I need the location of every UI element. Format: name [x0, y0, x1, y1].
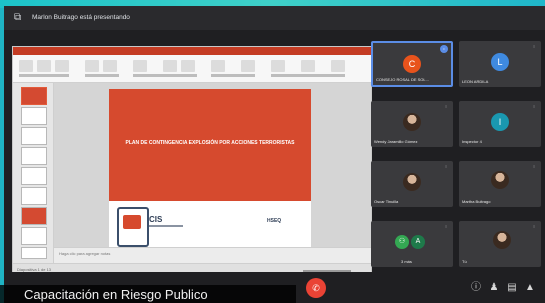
- ribbon-button[interactable]: [19, 60, 33, 72]
- ribbon-group-label: [211, 74, 255, 77]
- presenter-title: Marlon Buitrago está presentando: [32, 14, 130, 21]
- hang-up-button[interactable]: ✆: [306, 278, 326, 298]
- participant-photo: [403, 113, 421, 131]
- meeting-top-bar: ⧉ Marlon Buitrago está presentando: [4, 6, 545, 30]
- caption-text: Capacitación en Riesgo Publico: [24, 287, 208, 302]
- participant-name: Tú: [462, 259, 467, 264]
- ribbon-group-label: [85, 74, 119, 77]
- slide-editing-area: PLAN DE CONTINGENCIA EXPLOSIÓN POR ACCIO…: [54, 83, 371, 263]
- mic-icon: ⁝: [533, 224, 535, 229]
- participant-tile[interactable]: ⁝ Wendy Jaramillo Gómez: [371, 101, 453, 147]
- participant-name: Wendy Jaramillo Gómez: [374, 139, 418, 144]
- slide-thumbnail[interactable]: [21, 187, 47, 205]
- ppt-ribbon: [13, 55, 371, 83]
- ribbon-button[interactable]: [181, 60, 195, 72]
- chat-icon[interactable]: ▤: [506, 281, 518, 295]
- ribbon-button[interactable]: [85, 60, 99, 72]
- slide-title: PLAN DE CONTINGENCIA EXPLOSIÓN POR ACCIO…: [125, 140, 295, 146]
- slide-footer: CIS HSEQ: [109, 201, 311, 249]
- participant-photo: [493, 231, 511, 249]
- participant-photo: [403, 173, 421, 191]
- slide-thumbnail[interactable]: [21, 247, 47, 259]
- logo-underline: [149, 225, 183, 227]
- participant-name: CONSEJO ROSAL DE SOL...: [376, 77, 429, 82]
- speaking-indicator-icon: •: [440, 45, 448, 53]
- more-participants: 3 más: [401, 259, 412, 264]
- participant-name: LEON ARDILA: [462, 79, 489, 84]
- ribbon-button[interactable]: [133, 60, 147, 72]
- current-slide[interactable]: PLAN DE CONTINGENCIA EXPLOSIÓN POR ACCIO…: [109, 89, 311, 249]
- slide-thumbnail[interactable]: [21, 227, 47, 245]
- ribbon-group-label: [19, 74, 69, 77]
- participant-tile[interactable]: ⁝ Oscar Tinuilla: [371, 161, 453, 207]
- participant-avatar: L: [491, 53, 509, 71]
- mic-icon: ⁝: [533, 44, 535, 49]
- slide-thumbnail[interactable]: [21, 107, 47, 125]
- notes-pane[interactable]: Haga clic para agregar notas: [54, 247, 371, 264]
- ribbon-button[interactable]: [103, 60, 117, 72]
- presentation-icon: ⧉: [14, 12, 22, 23]
- slide-thumbnail-pane: [13, 83, 54, 263]
- mic-icon: ⁝: [445, 104, 447, 109]
- slide-thumbnail[interactable]: [21, 87, 47, 105]
- truck-logo-icon: [117, 207, 149, 247]
- slide-thumbnail[interactable]: [21, 127, 47, 145]
- participant-avatar: A: [411, 235, 425, 249]
- ribbon-button[interactable]: [241, 60, 255, 72]
- ribbon-button[interactable]: [37, 60, 51, 72]
- participant-avatar: ⚇: [395, 235, 409, 249]
- caption-banner: Capacitación en Riesgo Publico: [0, 285, 296, 303]
- participant-photo: [491, 171, 509, 189]
- ribbon-button[interactable]: [271, 60, 285, 72]
- notes-placeholder: Haga clic para agregar notas: [59, 251, 111, 256]
- mic-icon: ⁝: [533, 164, 535, 169]
- ribbon-button[interactable]: [301, 60, 315, 72]
- mic-icon: ⁝: [445, 164, 447, 169]
- ribbon-group-label: [133, 74, 197, 77]
- ribbon-group-label: [271, 74, 345, 77]
- mic-icon: ⁝: [445, 224, 447, 229]
- logo-text: CIS: [149, 215, 163, 224]
- participant-name: Oscar Tinuilla: [374, 199, 399, 204]
- activities-icon[interactable]: ▲: [524, 281, 536, 295]
- info-icon[interactable]: ⓘ: [470, 281, 482, 295]
- mic-icon: ⁝: [533, 104, 535, 109]
- slide-thumbnail[interactable]: [21, 207, 47, 225]
- ribbon-button[interactable]: [55, 60, 69, 72]
- meeting-window: ⧉ Marlon Buitrago está presentando PLAN …: [4, 6, 545, 303]
- ribbon-button[interactable]: [331, 60, 345, 72]
- participant-tile[interactable]: ⁝ Tú: [459, 221, 541, 267]
- participant-tile[interactable]: ⁝ Martha Buitrago: [459, 161, 541, 207]
- slide-thumbnail[interactable]: [21, 167, 47, 185]
- slide-footer-label: HSEQ: [267, 218, 282, 224]
- participant-tile[interactable]: ⚇ A ⁝ 3 más: [371, 221, 453, 267]
- people-icon[interactable]: ♟: [488, 281, 500, 295]
- ppt-title-bar: [13, 47, 371, 55]
- participant-name: Martha Buitrago: [462, 199, 491, 204]
- ribbon-button[interactable]: [163, 60, 177, 72]
- shared-screen: PLAN DE CONTINGENCIA EXPLOSIÓN POR ACCIO…: [12, 46, 372, 279]
- participant-tile[interactable]: L ⁝ LEON ARDILA: [459, 41, 541, 87]
- participant-tile[interactable]: C • CONSEJO ROSAL DE SOL...: [371, 41, 453, 87]
- participant-avatar: I: [491, 113, 509, 131]
- participant-name: Inspector 4: [462, 139, 482, 144]
- slide-thumbnail[interactable]: [21, 147, 47, 165]
- participant-avatar: C: [403, 55, 421, 73]
- ribbon-button[interactable]: [211, 60, 225, 72]
- participant-tile[interactable]: I ⁝ Inspector 4: [459, 101, 541, 147]
